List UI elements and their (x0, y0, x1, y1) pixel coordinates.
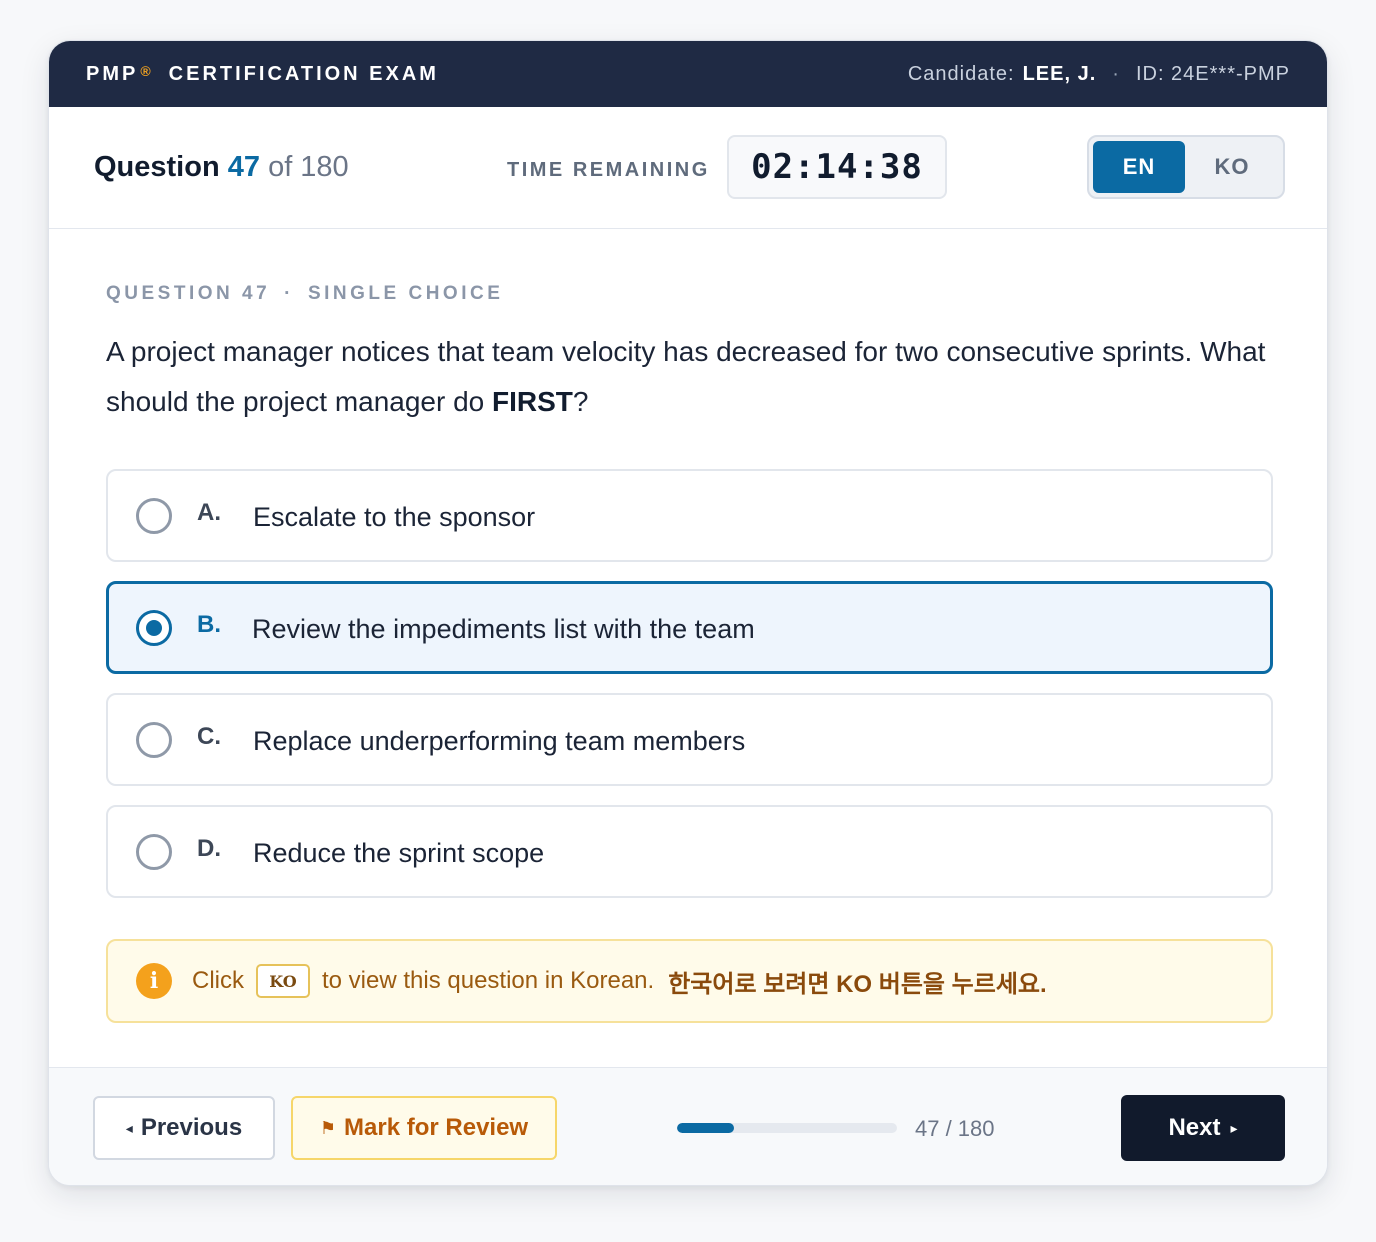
progress-fill (677, 1123, 735, 1133)
answer-option-b[interactable]: B. Review the impediments list with the … (106, 581, 1273, 674)
radio-button-icon[interactable] (136, 722, 172, 758)
radio-button-selected-icon[interactable] (136, 610, 172, 646)
option-letter: A. (197, 499, 221, 526)
exam-header: Question 47 of 180 TIME REMAINING 02:14:… (49, 107, 1327, 229)
current-question-number: 47 (227, 151, 260, 183)
next-button[interactable]: Next ▸ (1121, 1095, 1285, 1161)
question-end: ? (572, 386, 589, 417)
language-toggle: EN KO (1087, 135, 1285, 199)
answer-option-d[interactable]: D. Reduce the sprint scope (106, 805, 1273, 898)
option-text: Review the impediments list with the tea… (252, 614, 755, 644)
candidate-separator: · (1112, 62, 1120, 85)
question-emphasis: FIRST (492, 386, 573, 417)
question-counter: Question 47 of 180 (94, 151, 349, 184)
previous-label: Previous (140, 1114, 243, 1141)
mark-for-review-label: Mark for Review (344, 1114, 529, 1141)
question-word: Question (94, 151, 220, 183)
language-hint-notice: i Click KO to view this question in Kore… (106, 939, 1273, 1023)
meta-separator: · (284, 283, 294, 304)
option-text: Escalate to the sponsor (253, 502, 536, 532)
registered-mark: ® (140, 63, 151, 79)
option-text: Replace underperforming team members (253, 726, 746, 756)
question-text: A project manager notices that team velo… (106, 327, 1266, 427)
next-label: Next (1168, 1114, 1221, 1141)
answer-option-a[interactable]: A. Escalate to the sponsor (106, 469, 1273, 562)
question-meta: QUESTION 47 · SINGLE CHOICE (106, 283, 503, 305)
candidate-id: ID: 24E***-PMP (1135, 62, 1290, 85)
language-ko-button[interactable]: KO (1185, 141, 1279, 193)
ko-key-hint: KO (256, 964, 310, 998)
notice-instruction: to view this question in Korean. (322, 967, 655, 994)
option-letter: B. (197, 611, 221, 638)
notice-korean-text: 한국어로 보려면 KO 버튼을 누르세요. (668, 970, 1047, 998)
answer-option-c[interactable]: C. Replace underperforming team members (106, 693, 1273, 786)
radio-button-icon[interactable] (136, 834, 172, 870)
time-remaining-label: TIME REMAINING (507, 159, 710, 181)
mark-for-review-button[interactable]: ⚑ Mark for Review (291, 1096, 557, 1160)
question-number-label: QUESTION 47 (106, 283, 271, 304)
question-stem: A project manager notices that team velo… (106, 336, 1266, 417)
exam-footer: ◂ Previous ⚑ Mark for Review 47 / 180 Ne… (49, 1067, 1327, 1185)
chevron-left-icon: ◂ (125, 1119, 133, 1136)
exam-title: CERTIFICATION EXAM (168, 62, 439, 85)
language-en-button[interactable]: EN (1093, 141, 1185, 193)
candidate-info: Candidate: LEE, J. · ID: 24E***-PMP (908, 63, 1290, 86)
question-type-label: SINGLE CHOICE (307, 283, 504, 304)
countdown-timer: 02:14:38 (727, 135, 947, 199)
info-icon: i (136, 963, 172, 999)
exam-brand: PMP ® CERTIFICATION EXAM (86, 63, 439, 86)
notice-click: Click (192, 967, 244, 994)
notice-text: Click KO to view this question in Korean… (192, 964, 1047, 999)
radio-button-icon[interactable] (136, 498, 172, 534)
option-letter: D. (197, 835, 221, 862)
option-text: Reduce the sprint scope (253, 838, 545, 868)
exam-progress-bar (677, 1123, 897, 1133)
option-letter: C. (197, 723, 221, 750)
exam-topbar: PMP ® CERTIFICATION EXAM Candidate: LEE,… (49, 41, 1327, 107)
question-total: of 180 (268, 151, 349, 183)
flag-icon: ⚑ (319, 1117, 337, 1138)
candidate-name: LEE, J. (1022, 62, 1097, 85)
answer-options: A. Escalate to the sponsor B. Review the… (106, 469, 1273, 917)
chevron-right-icon: ▸ (1230, 1119, 1238, 1136)
progress-text: 47 / 180 (915, 1116, 995, 1141)
brand-name: PMP (86, 62, 139, 85)
exam-window: PMP ® CERTIFICATION EXAM Candidate: LEE,… (48, 40, 1328, 1186)
candidate-label: Candidate: (907, 62, 1015, 85)
previous-button[interactable]: ◂ Previous (93, 1096, 275, 1160)
